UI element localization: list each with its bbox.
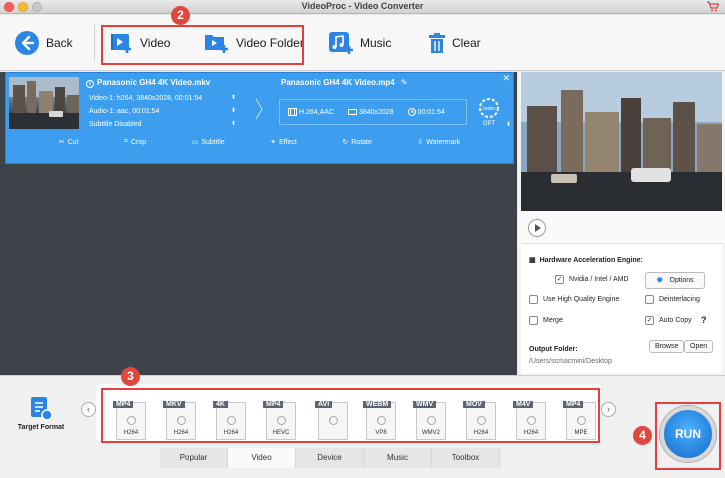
playback-bar [518, 211, 725, 243]
edit-pencil-icon[interactable]: ✎ [401, 78, 408, 87]
output-file-name[interactable]: Panasonic GH4 4K Video.mp4 ✎ [281, 78, 408, 87]
output-folder-label: Output Folder: [529, 346, 578, 353]
add-music-button[interactable]: Music [328, 15, 391, 71]
clear-button[interactable]: Clear [428, 15, 481, 71]
step-badge-3: 3 [121, 367, 140, 386]
chip-icon: ▦ [529, 257, 536, 264]
codec-option-button[interactable]: codec OPT [476, 97, 502, 131]
right-panel: ▦ Hardware Acceleration Engine: ✓ Nvidia /… [518, 72, 725, 375]
codec-gear-icon: codec [479, 98, 499, 118]
target-format-button[interactable]: Target Format [12, 396, 70, 431]
settings-panel: ▦ Hardware Acceleration Engine: ✓ Nvidia /… [521, 243, 722, 373]
nvidia-checkbox[interactable]: ✓ Nvidia / Intel / AMD [555, 275, 629, 284]
output-duration: 00:01:54 [407, 108, 445, 116]
tab-music[interactable]: Music [364, 448, 432, 468]
opt-label: OPT [482, 121, 496, 127]
gear-icon: ✹ [656, 275, 664, 285]
hw-accel-title: ▦ Hardware Acceleration Engine: [529, 256, 643, 265]
bottom-panel: Target Format ‹ MP4 H264 MKV H264 4K H264 MP4 H… [0, 367, 725, 478]
formats-next-button[interactable]: › [601, 402, 616, 417]
category-tabs: Popular Video Device Music Toolbox [160, 448, 500, 468]
film-icon [288, 108, 297, 116]
title-bar: VideoProc - Video Converter [0, 0, 725, 14]
merge-checkbox[interactable]: Merge [529, 316, 563, 325]
effect-button[interactable]: ✦ Effect [270, 138, 297, 147]
wand-icon: ✦ [270, 139, 277, 146]
tab-toolbox[interactable]: Toolbox [432, 448, 500, 468]
deinterlacing-checkbox[interactable]: Deinterlacing [645, 295, 700, 304]
remove-item-icon[interactable]: ✕ [502, 73, 510, 84]
formats-prev-button[interactable]: ‹ [81, 402, 96, 417]
tab-video[interactable]: Video [228, 448, 296, 468]
browse-button[interactable]: Browse [649, 340, 685, 353]
crop-button[interactable]: ⌗ Crop [124, 138, 146, 146]
video-preview[interactable] [521, 72, 722, 211]
resolution-icon [347, 109, 357, 115]
subtitle-button[interactable]: ▭ Subtitle [191, 138, 225, 147]
target-format-icon [31, 397, 53, 421]
target-format-label: Target Format [17, 424, 65, 431]
play-button[interactable] [528, 219, 546, 237]
highlight-video-buttons [101, 25, 304, 65]
video-track-selector-icon[interactable]: ⬍ [231, 94, 236, 101]
open-button[interactable]: Open [684, 340, 714, 353]
music-label: Music [360, 36, 392, 50]
subtitle-info[interactable]: Subtitle Disabled [89, 121, 142, 128]
info-icon[interactable]: i [86, 80, 94, 88]
rotate-icon: ↻ [342, 139, 349, 146]
help-icon[interactable]: ? [701, 315, 707, 325]
output-resolution: 3840x2028 [347, 108, 394, 116]
watermark-icon: ⇩ [417, 139, 424, 146]
highlight-format-list [101, 388, 600, 443]
auto-copy-checkbox[interactable]: ✓ Auto Copy [645, 316, 692, 325]
play-icon [535, 224, 541, 232]
back-button[interactable]: Back [14, 15, 73, 71]
video-thumbnail [9, 77, 79, 129]
step-badge-2: 2 [171, 6, 190, 25]
step-badge-4: 4 [633, 426, 652, 445]
subtitle-icon: ▭ [191, 139, 199, 146]
auto-copy-check-icon: ✓ [645, 316, 654, 325]
rotate-button[interactable]: ↻ Rotate [342, 138, 372, 147]
chevron-right-icon [255, 98, 263, 120]
output-info-box: H.264,AAC 3840x2028 00:01:54 [279, 99, 467, 125]
subtitle-selector-icon[interactable]: ⬍ [231, 120, 236, 127]
cut-button[interactable]: ✂ Cut [58, 138, 79, 147]
back-arrow-icon [15, 31, 39, 55]
opt-scroll-icon[interactable]: ⬍ [506, 121, 511, 128]
high-quality-checkbox[interactable]: Use High Quality Engine [529, 295, 619, 304]
output-codec: H.264,AAC [288, 108, 334, 116]
clear-label: Clear [452, 36, 481, 50]
music-icon [329, 32, 353, 54]
codec-text: codec [482, 106, 496, 112]
edit-toolbar: ✂ Cut ⌗ Crop ▭ Subtitle ✦ Effect ↻ Rotate ⇩ Wa… [6, 135, 513, 149]
options-button[interactable]: ✹ Options [645, 272, 705, 289]
scissors-icon: ✂ [58, 139, 65, 146]
chevron-right-icon: › [607, 404, 610, 414]
audio-track-info[interactable]: Audio-1: aac, 00:01:54 [89, 108, 159, 115]
tab-popular[interactable]: Popular [160, 448, 228, 468]
chevron-left-icon: ‹ [87, 404, 90, 414]
toolbar-divider [94, 25, 95, 61]
task-list: i Panasonic GH4 4K Video.mkv Video-1: h26… [0, 72, 517, 375]
tab-device[interactable]: Device [296, 448, 364, 468]
crop-icon: ⌗ [124, 138, 128, 145]
video-item[interactable]: i Panasonic GH4 4K Video.mkv Video-1: h26… [5, 72, 514, 164]
source-file-name: i Panasonic GH4 4K Video.mkv [86, 78, 210, 88]
audio-track-selector-icon[interactable]: ⬍ [231, 107, 236, 114]
trash-icon [429, 33, 445, 53]
back-label: Back [46, 36, 73, 50]
run-button[interactable]: RUN [660, 406, 716, 462]
cart-icon[interactable] [707, 1, 719, 12]
clock-icon [407, 108, 416, 116]
video-track-info[interactable]: Video-1: h264, 3840x2028, 00:01:54 [89, 95, 202, 102]
toolbar: Back Video Video Folder Music Clear [0, 15, 725, 71]
window-title: VideoProc - Video Converter [301, 1, 424, 11]
nvidia-check-icon: ✓ [555, 275, 564, 284]
watermark-button[interactable]: ⇩ Watermark [417, 138, 460, 147]
output-folder-path: /Users/scmacmini/Desktop [529, 358, 612, 365]
